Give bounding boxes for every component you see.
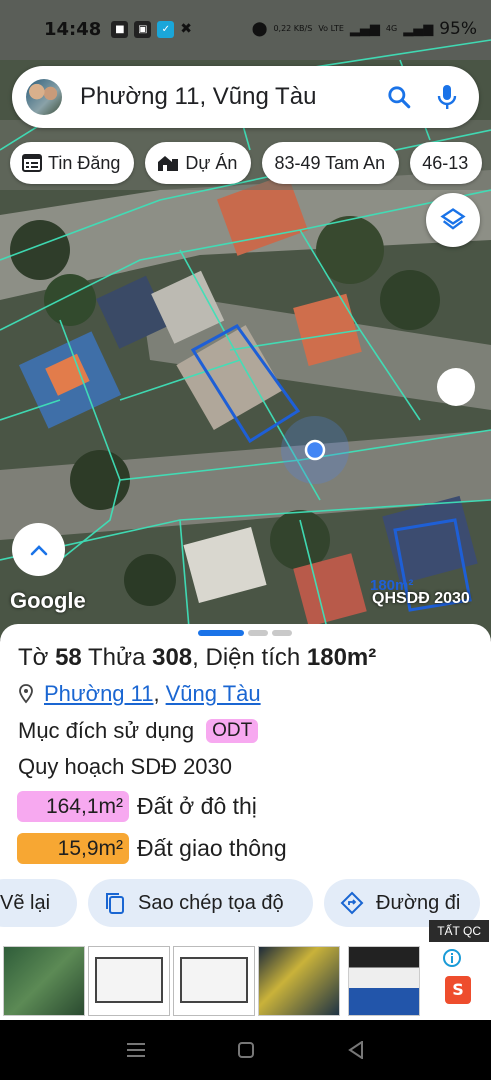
search-icon[interactable] bbox=[384, 82, 414, 112]
check-icon: ✓ bbox=[157, 20, 175, 38]
chip-label: 83-49 Tam An bbox=[274, 152, 386, 173]
listing-icon bbox=[22, 154, 42, 172]
land-use-label: Đất giao thông bbox=[137, 835, 287, 861]
ad-product-image[interactable] bbox=[3, 946, 85, 1016]
chip-projects[interactable]: Dự Án bbox=[145, 142, 252, 184]
sheet-number: 58 bbox=[55, 644, 82, 671]
microphone-icon[interactable] bbox=[432, 82, 462, 112]
chip-parcel[interactable]: 83-49 Tam An bbox=[262, 142, 400, 184]
sheet-label: Tờ bbox=[18, 644, 49, 671]
layers-icon bbox=[440, 208, 466, 230]
copy-coordinates-button[interactable]: Sao chép tọa độ bbox=[88, 879, 313, 927]
purpose-code-badge: ODT bbox=[206, 719, 259, 743]
shopping-bag-icon[interactable]: S bbox=[445, 976, 471, 1004]
land-use-amount: 15,9m² bbox=[17, 833, 129, 864]
ward-link[interactable]: Phường 11 bbox=[44, 681, 153, 707]
redraw-label: Vẽ lại bbox=[0, 891, 51, 914]
chip-listings[interactable]: Tin Đăng bbox=[10, 142, 135, 184]
satellite-map[interactable]: 14:48 ■ ▣ ✓ ✖ ⬤ 0,22 KB/S Vo LTE ▂▄▆ 4G … bbox=[0, 0, 491, 640]
home-icon[interactable] bbox=[238, 1042, 255, 1058]
ad-product-image[interactable] bbox=[173, 946, 255, 1016]
land-use-purpose: Mục đích sử dụng ODT bbox=[18, 718, 259, 744]
redraw-button[interactable]: Vẽ lại bbox=[0, 879, 77, 927]
status-time: 14:48 bbox=[44, 18, 102, 40]
purpose-label: Mục đích sử dụng bbox=[18, 718, 195, 743]
battery-level: 95% bbox=[439, 19, 477, 39]
directions-icon bbox=[340, 891, 364, 915]
signal-icon: ▂▄▆ bbox=[403, 21, 434, 37]
grid-icon: ✖ bbox=[180, 21, 193, 37]
layers-button[interactable] bbox=[426, 193, 480, 247]
area-label: , Diện tích bbox=[192, 644, 301, 671]
location-pin-icon: ⬤ bbox=[251, 21, 268, 37]
ad-banner[interactable]: TẤT QC S bbox=[0, 920, 491, 1020]
info-icon[interactable] bbox=[442, 948, 472, 978]
parcel-area: 180m² bbox=[306, 644, 377, 671]
menu-icon[interactable] bbox=[126, 1042, 145, 1058]
copy-coordinates-label: Sao chép tọa độ bbox=[138, 891, 284, 914]
directions-label: Đường đi bbox=[376, 891, 461, 914]
ad-product-image[interactable] bbox=[88, 946, 170, 1016]
chip-parcel[interactable]: 46-13 bbox=[410, 142, 483, 184]
notification-icon: ■ bbox=[111, 20, 129, 38]
chevron-up-icon bbox=[30, 544, 47, 555]
parcel-location: Phường 11, Vũng Tàu bbox=[18, 681, 261, 707]
ad-product-image[interactable] bbox=[348, 946, 420, 1016]
status-bar: 14:48 ■ ▣ ✓ ✖ ⬤ 0,22 KB/S Vo LTE ▂▄▆ 4G … bbox=[0, 0, 491, 58]
search-query[interactable]: Phường 11, Vũng Tàu bbox=[80, 83, 316, 111]
copy-icon bbox=[106, 893, 124, 914]
land-use-row: 15,9m² Đất giao thông bbox=[17, 833, 287, 864]
parcel-label: Thửa bbox=[88, 644, 146, 671]
buildings-icon bbox=[158, 156, 179, 171]
system-nav-bar bbox=[0, 1020, 491, 1080]
parcel-info-sheet: Tờ 58 Thửa 308, Diện tích 180m² Phường 1… bbox=[0, 624, 491, 946]
page-indicator[interactable] bbox=[198, 630, 292, 636]
land-use-label: Đất ở đô thị bbox=[137, 793, 257, 819]
city-link[interactable]: Vũng Tàu bbox=[166, 681, 261, 707]
chip-label: Dự Án bbox=[185, 152, 238, 173]
land-use-amount: 164,1m² bbox=[17, 791, 129, 822]
parcel-title: Tờ 58 Thửa 308, Diện tích 180m² bbox=[18, 644, 376, 672]
signal-label: 4G bbox=[385, 24, 398, 33]
plan-overlay-label: QHSDĐ 2030 bbox=[372, 590, 470, 607]
action-buttons: Vẽ lại Sao chép tọa độ Đường đi bbox=[0, 879, 491, 929]
location-pin-icon bbox=[19, 684, 33, 704]
net-speed: 0,22 KB/S bbox=[273, 24, 313, 33]
chip-label: 46-13 bbox=[422, 152, 469, 173]
plan-title: Quy hoạch SDĐ 2030 bbox=[18, 754, 233, 779]
avatar[interactable] bbox=[26, 79, 62, 115]
land-use-row: 164,1m² Đất ở đô thị bbox=[17, 791, 257, 822]
floating-handle[interactable] bbox=[437, 368, 475, 406]
notification-icon: ▣ bbox=[134, 20, 152, 38]
signal-icon: ▂▄▆ bbox=[349, 21, 380, 37]
back-icon[interactable] bbox=[348, 1041, 364, 1059]
search-bar[interactable]: Phường 11, Vũng Tàu bbox=[12, 66, 479, 128]
ad-product-image[interactable] bbox=[258, 946, 340, 1016]
expand-button[interactable] bbox=[12, 523, 65, 576]
volte-label: Vo LTE bbox=[318, 24, 344, 33]
filter-chips: Tin Đăng Dự Án 83-49 Tam An 46-13 bbox=[10, 142, 483, 184]
parcel-number: 308 bbox=[152, 644, 193, 671]
chip-label: Tin Đăng bbox=[48, 152, 121, 173]
google-logo: Google bbox=[10, 588, 86, 613]
ad-tag[interactable]: TẤT QC bbox=[429, 920, 489, 942]
